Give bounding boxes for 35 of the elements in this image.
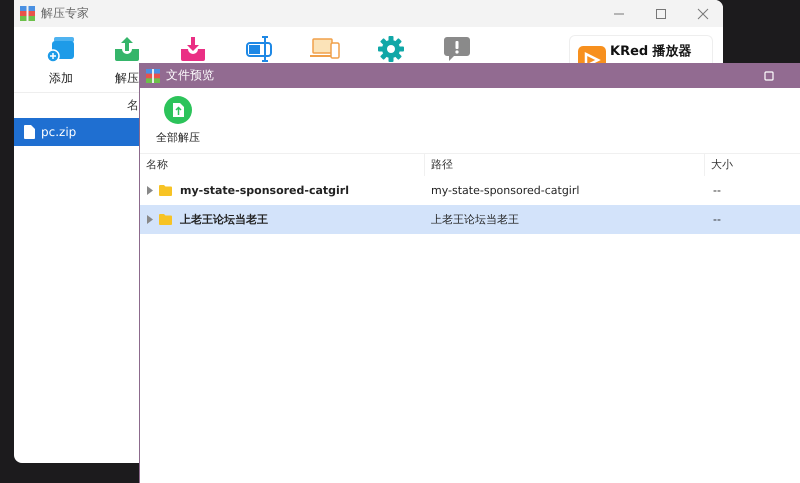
toolbar-label[interactable]: 添加	[49, 70, 73, 87]
expand-icon[interactable]	[147, 186, 153, 195]
column-header[interactable]: 名	[127, 97, 139, 114]
add-folder-icon[interactable]	[46, 35, 76, 63]
settings-icon[interactable]	[377, 35, 405, 63]
column-header[interactable]: 路径	[424, 154, 704, 176]
maximize-icon[interactable]	[655, 8, 667, 20]
table-row[interactable]: 上老王论坛当老王 上老王论坛当老王 --	[140, 205, 800, 234]
window-title: 文件预览	[166, 67, 214, 84]
extract-file-icon	[164, 96, 192, 124]
table-cell-text: my-state-sponsored-catgirl	[430, 184, 580, 197]
app-icon	[146, 68, 160, 82]
expand-icon[interactable]	[147, 215, 153, 224]
table-cell-text: 上老王论坛当老王	[430, 212, 520, 227]
folder-icon	[159, 214, 172, 225]
table-cell: 上老王论坛当老王	[180, 212, 268, 227]
toolbar-label[interactable]: 解压	[115, 70, 139, 87]
table-cell-text: --	[712, 213, 722, 226]
window-title: 解压专家	[41, 5, 89, 22]
close-icon[interactable]	[697, 8, 709, 20]
download-tray-icon[interactable]	[179, 35, 207, 63]
app-icon	[20, 6, 35, 21]
split-icon[interactable]	[245, 35, 273, 63]
table-row[interactable]: my-state-sponsored-catgirl my-state-sponsored-catgirl --	[140, 176, 800, 205]
table-cell-text: --	[712, 184, 722, 197]
extract-all-button[interactable]: 全部解压	[156, 88, 200, 145]
column-header[interactable]: 名称	[140, 154, 424, 176]
file-item[interactable]: pc.zip	[14, 118, 139, 146]
file-icon	[24, 125, 35, 139]
upload-tray-icon[interactable]	[113, 35, 141, 63]
folder-icon	[159, 185, 172, 196]
column-header[interactable]: 大小	[704, 154, 800, 176]
table-cell: my-state-sponsored-catgirl	[180, 184, 349, 197]
ad-title: KRed 播放器	[610, 43, 692, 60]
feedback-icon[interactable]	[443, 35, 471, 63]
